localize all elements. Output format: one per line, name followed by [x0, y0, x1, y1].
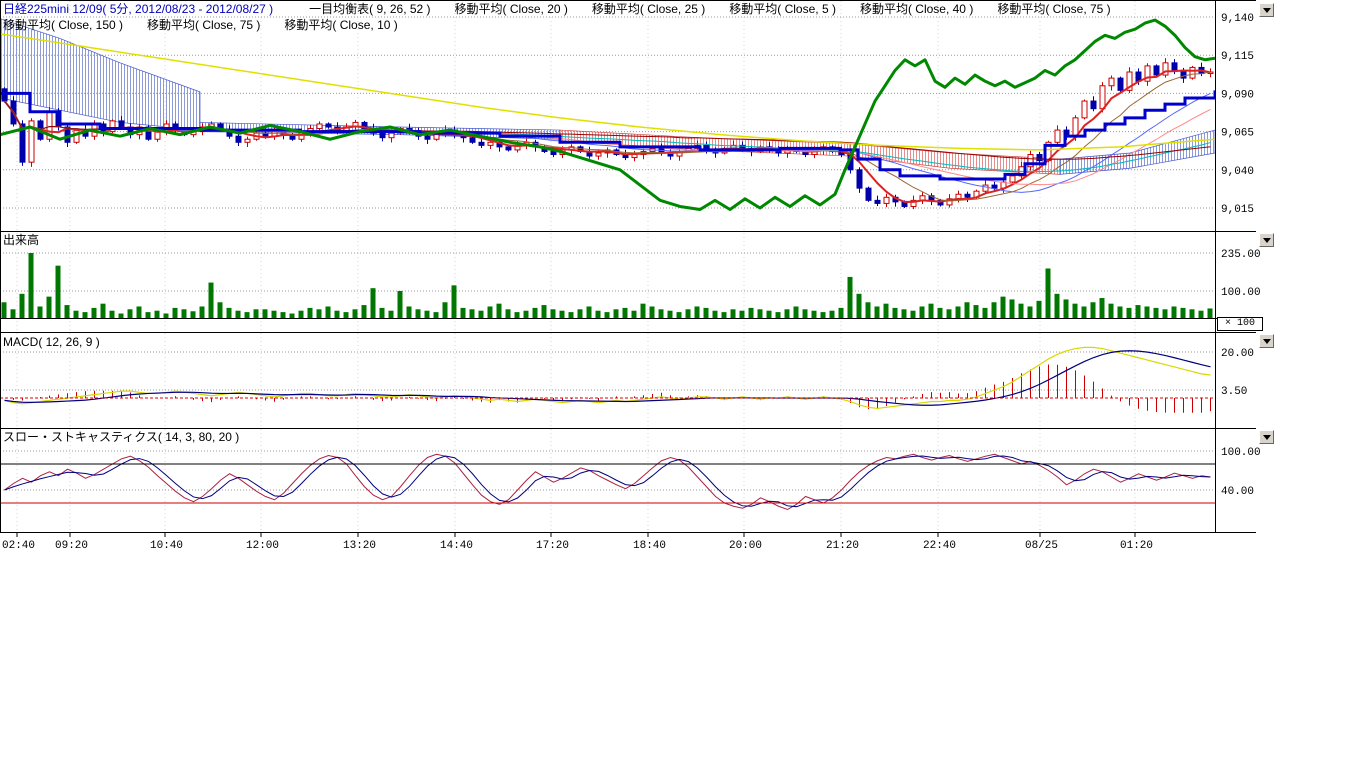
svg-text:3.50: 3.50	[1221, 386, 1247, 398]
svg-text:40.00: 40.00	[1221, 486, 1254, 498]
svg-text:13:20: 13:20	[343, 540, 376, 552]
legend-row-2: 移動平均( Close, 150 ) 移動平均( Close, 75 ) 移動平均(…	[3, 18, 398, 32]
indicator-legend-list: 移動平均( Close, 150 ) 移動平均( Close, 75 ) 移動平均(…	[3, 18, 398, 32]
svg-text:22:40: 22:40	[923, 540, 956, 552]
legend-item: 移動平均( Close, 40 )	[860, 2, 973, 16]
svg-text:21:20: 21:20	[826, 540, 859, 552]
legend-item: 移動平均( Close, 25 )	[592, 2, 705, 16]
triangle-down-icon	[1263, 435, 1271, 440]
svg-text:12:00: 12:00	[246, 540, 279, 552]
chart-title: 日経225mini 12/09( 5分, 2012/08/23 - 2012/0…	[3, 2, 273, 16]
macd-axis-scroll-button[interactable]	[1259, 334, 1274, 348]
volume-pane-label: 出来高	[3, 234, 39, 247]
svg-text:235.00: 235.00	[1221, 249, 1261, 261]
svg-text:09:20: 09:20	[55, 540, 88, 552]
svg-text:08/25: 08/25	[1025, 540, 1058, 552]
legend-item: 移動平均( Close, 150 )	[3, 18, 123, 32]
svg-text:01:20: 01:20	[1120, 540, 1153, 552]
svg-text:9,040: 9,040	[1221, 166, 1254, 178]
price-axis-scroll-button[interactable]	[1259, 3, 1274, 17]
legend-item: 移動平均( Close, 20 )	[455, 2, 568, 16]
svg-text:02:40: 02:40	[2, 540, 35, 552]
svg-text:17:20: 17:20	[536, 540, 569, 552]
legend-item: 移動平均( Close, 75 )	[147, 18, 260, 32]
chart-canvas[interactable]: 9,140 9,115 9,090 9,065 9,040 9,015 235.00 100.…	[0, 0, 1290, 562]
legend-row-1: 日経225mini 12/09( 5分, 2012/08/23 - 2012/0…	[3, 2, 1111, 16]
indicator-legend-list: 一目均衡表( 9, 26, 52 ) 移動平均( Close, 20 ) 移動平均(…	[309, 2, 1111, 16]
svg-text:100.00: 100.00	[1221, 287, 1261, 299]
triangle-down-icon	[1263, 8, 1271, 13]
svg-text:18:40: 18:40	[633, 540, 666, 552]
svg-text:14:40: 14:40	[440, 540, 473, 552]
svg-text:9,090: 9,090	[1221, 89, 1254, 101]
svg-text:10:40: 10:40	[150, 540, 183, 552]
svg-text:20:00: 20:00	[729, 540, 762, 552]
svg-text:100.00: 100.00	[1221, 447, 1261, 459]
svg-text:9,065: 9,065	[1221, 128, 1254, 140]
volume-scale-badge: × 100	[1217, 317, 1263, 331]
svg-text:20.00: 20.00	[1221, 348, 1254, 360]
volume-axis-scroll-button[interactable]	[1259, 233, 1274, 247]
legend-item: 移動平均( Close, 75 )	[997, 2, 1110, 16]
stoch-axis-scroll-button[interactable]	[1259, 430, 1274, 444]
triangle-down-icon	[1263, 339, 1271, 344]
macd-pane-label: MACD( 12, 26, 9 )	[3, 336, 100, 349]
svg-text:9,140: 9,140	[1221, 13, 1254, 25]
triangle-down-icon	[1263, 238, 1271, 243]
svg-text:9,115: 9,115	[1221, 51, 1254, 63]
stoch-pane-label: スロー・ストキャスティクス( 14, 3, 80, 20 )	[3, 431, 239, 444]
svg-text:9,015: 9,015	[1221, 204, 1254, 216]
legend-item: 移動平均( Close, 10 )	[284, 18, 397, 32]
legend-item: 移動平均( Close, 5 )	[729, 2, 836, 16]
legend-item: 一目均衡表( 9, 26, 52 )	[309, 2, 430, 16]
